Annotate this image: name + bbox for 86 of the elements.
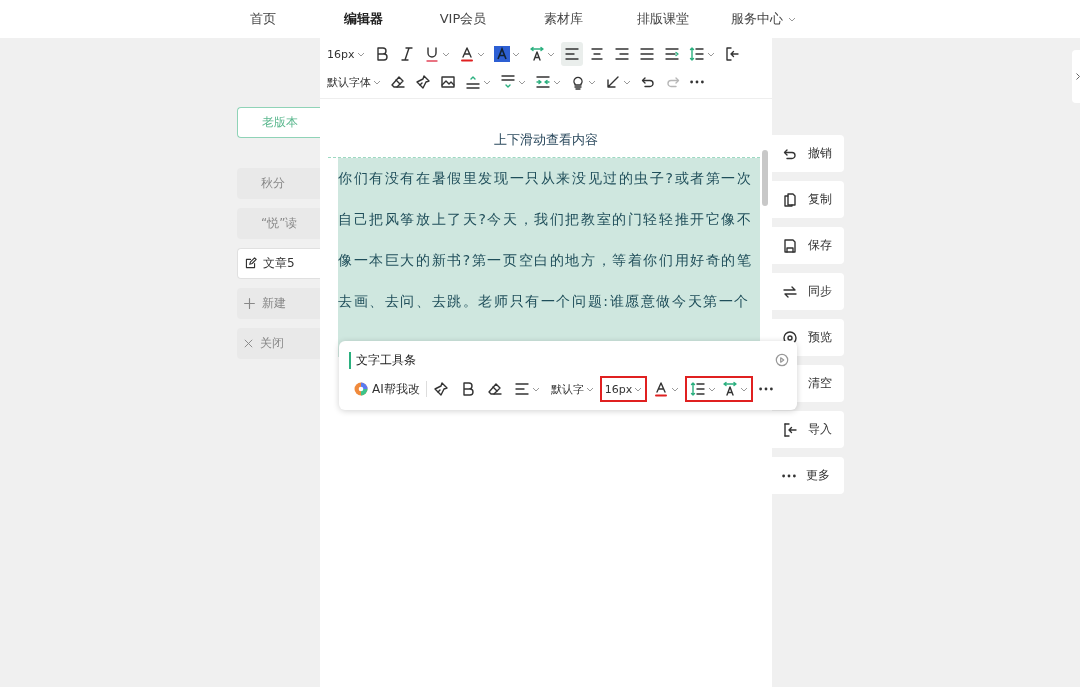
more-icon	[690, 80, 704, 84]
action-button[interactable]: 更多	[772, 457, 844, 494]
brush-icon	[432, 381, 449, 397]
caret-icon	[511, 51, 520, 57]
line-height-icon	[690, 381, 707, 397]
bulb-icon	[570, 74, 586, 90]
collapse-handle[interactable]	[1072, 50, 1080, 103]
caret-icon	[634, 386, 643, 392]
italic-icon	[398, 46, 415, 62]
nav-link[interactable]: 素材库	[513, 10, 613, 28]
play-circle-icon	[775, 353, 789, 367]
more-icon	[782, 473, 796, 478]
caret-icon	[708, 386, 717, 392]
arrow-icon	[605, 74, 621, 90]
action-button[interactable]: 复制	[772, 181, 844, 218]
chevron-icon	[1076, 73, 1080, 80]
paragraph-line: 去画、去问、去跳。老师只有一个问题:谁愿意做今天第一个	[338, 292, 751, 311]
line-height-button[interactable]	[685, 376, 720, 402]
paragraph-line: 像一本巨大的新书?第一页空白的地方，等着你们用好奇的笔	[338, 251, 754, 270]
close-icon	[243, 338, 254, 349]
highlight-color-icon	[493, 46, 510, 62]
more-icon	[759, 387, 774, 391]
nav-link[interactable]: 编辑器	[313, 10, 413, 28]
caret-icon	[441, 51, 450, 57]
nav-link[interactable]: 首页	[213, 10, 313, 28]
ai-logo-icon	[354, 382, 368, 396]
letter-spacing-button[interactable]	[719, 376, 754, 402]
align-icon	[563, 46, 580, 62]
margin-icon	[535, 74, 551, 90]
image-icon	[440, 74, 456, 90]
nav-link[interactable]: VIP会员	[413, 10, 513, 28]
caret-icon	[553, 79, 561, 85]
caret-icon	[356, 51, 365, 57]
edit-icon	[244, 257, 257, 270]
spacing-after-icon	[500, 74, 516, 90]
font-family-dropdown[interactable]: 默认字	[545, 376, 599, 402]
scroll-hint: 上下滑动查看内容	[493, 131, 599, 149]
caret-icon	[623, 79, 631, 85]
action-button[interactable]: 导入	[772, 411, 844, 448]
caret-icon	[706, 51, 715, 57]
eraser-icon	[390, 74, 406, 90]
action-button[interactable]: 同步	[772, 273, 844, 310]
caret-icon	[671, 386, 680, 392]
copy-icon	[782, 191, 798, 208]
caret-icon	[483, 79, 491, 85]
letter-spacing-icon	[722, 381, 739, 397]
align-icon	[638, 46, 655, 62]
nav-link[interactable]: 服务中心	[713, 10, 813, 28]
toolbar-title: 文字工具条	[349, 351, 416, 369]
paragraph-line: 自己把风筝放上了天?今天，我们把教室的门轻轻推开它像不	[338, 210, 754, 229]
caret-icon	[546, 51, 555, 57]
font-color-icon	[653, 381, 670, 397]
save-icon	[782, 237, 798, 254]
plus-icon	[243, 297, 256, 310]
align-icon	[513, 381, 530, 397]
caret-icon	[588, 79, 596, 85]
caret-icon	[531, 386, 540, 392]
line-height-icon	[688, 46, 705, 62]
sidebar-item[interactable]: 文章5	[237, 248, 320, 279]
action-button[interactable]: 保存	[772, 227, 844, 264]
paragraph-line: 你们有没有在暑假里发现一只从来没见过的虫子?或者第一次	[338, 169, 754, 188]
action-button[interactable]: 撤销	[772, 135, 844, 172]
font-color-icon	[458, 46, 475, 62]
font-size-dropdown[interactable]: 16px	[324, 42, 368, 66]
underline-icon	[423, 46, 440, 62]
caret-icon	[518, 79, 526, 85]
import-icon	[723, 46, 740, 62]
nav-link[interactable]: 排版课堂	[613, 10, 713, 28]
caret-icon	[787, 16, 796, 22]
align-icon	[588, 46, 605, 62]
eraser-icon	[486, 381, 503, 397]
caret-icon	[585, 386, 594, 392]
ai-edit-button[interactable]: AI帮我改	[349, 376, 425, 402]
caret-icon	[740, 386, 749, 392]
spacing-before-icon	[465, 74, 481, 90]
scrollbar-thumb[interactable]	[762, 150, 768, 206]
align-icon	[663, 46, 680, 62]
font-size-dropdown[interactable]: 16px	[599, 376, 648, 402]
caret-icon	[373, 79, 381, 85]
font-family-dropdown[interactable]: 默认字体	[324, 70, 384, 94]
letter-spacing-icon	[528, 46, 545, 62]
brush-icon	[415, 74, 431, 90]
import-icon	[782, 421, 798, 438]
align-icon	[613, 46, 630, 62]
align-button[interactable]	[560, 42, 583, 66]
caret-icon	[476, 51, 485, 57]
